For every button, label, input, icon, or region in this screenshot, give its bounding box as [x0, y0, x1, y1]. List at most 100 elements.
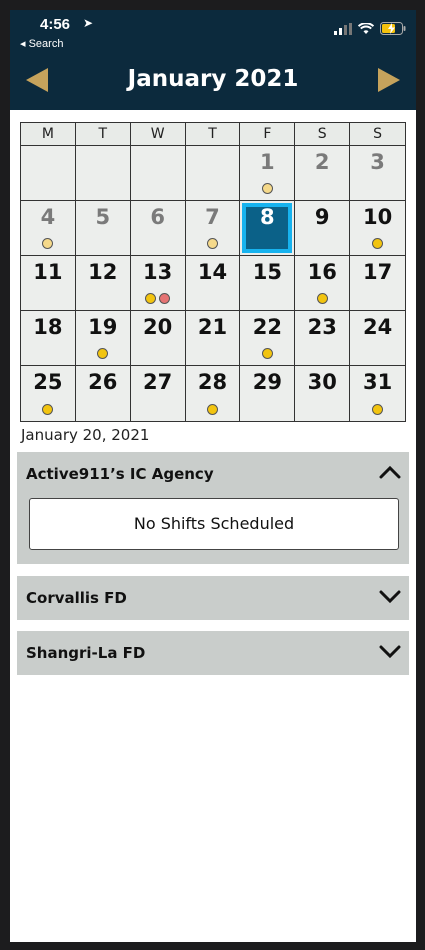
calendar-day[interactable]: 12	[75, 256, 131, 311]
calendar-day-today[interactable]: 8	[240, 201, 296, 256]
calendar-day[interactable]: 23	[295, 311, 351, 366]
agency-header[interactable]: Active911’s IC Agency	[17, 452, 409, 496]
app-screen: 4:56 ➤ ◂ Search January 2021 M T W T F S…	[10, 10, 416, 942]
calendar-day[interactable]: 21	[185, 311, 241, 366]
calendar-day[interactable]: 17	[350, 256, 405, 311]
agency-name: Active911’s IC Agency	[26, 465, 214, 483]
day-number: 2	[314, 150, 330, 174]
calendar-day[interactable]: 7	[185, 201, 241, 256]
calendar-day[interactable]: 5	[75, 201, 131, 256]
calendar-day[interactable]: 3	[350, 146, 405, 201]
calendar-day[interactable]: 2	[295, 146, 351, 201]
weekday-label: T	[185, 123, 241, 146]
calendar-day[interactable]: 9	[295, 201, 351, 256]
calendar-day[interactable]: 11	[21, 256, 76, 311]
status-time: 4:56	[40, 16, 71, 33]
month-header: January 2021	[10, 54, 416, 110]
day-number: 30	[307, 370, 337, 394]
shift-indicators	[21, 238, 75, 249]
day-number: 13	[143, 260, 173, 284]
day-number: 17	[362, 260, 393, 284]
signal-icon	[334, 22, 352, 35]
day-number: 24	[362, 315, 393, 339]
chevron-down-icon[interactable]	[379, 643, 401, 659]
calendar-day[interactable]: 4	[21, 201, 76, 256]
calendar-day[interactable]: 14	[185, 256, 241, 311]
day-number: 27	[143, 370, 173, 394]
shift-dot	[372, 238, 384, 249]
calendar-empty-cell	[185, 146, 241, 201]
day-number: 28	[197, 370, 228, 394]
chevron-down-icon[interactable]	[379, 588, 401, 604]
day-number: 10	[362, 205, 393, 229]
day-number: 6	[150, 205, 165, 229]
calendar-day[interactable]: 16	[295, 256, 351, 311]
day-number: 1	[260, 150, 275, 174]
shift-dot	[97, 348, 109, 359]
shift-dot	[159, 293, 171, 304]
calendar-empty-cell	[21, 146, 76, 201]
agency-header[interactable]: Corvallis FD	[17, 576, 409, 620]
calendar-day[interactable]: 18	[21, 311, 76, 366]
no-shifts-message: No Shifts Scheduled	[29, 498, 399, 550]
calendar-day[interactable]: 24	[350, 311, 405, 366]
calendar-day[interactable]: 15	[240, 256, 296, 311]
system-icons	[334, 22, 406, 35]
calendar-day[interactable]: 10	[350, 201, 405, 256]
calendar-day[interactable]: 27	[130, 366, 186, 421]
day-number	[21, 146, 75, 150]
weekday-label: S	[295, 123, 351, 146]
shift-dot	[261, 183, 273, 194]
day-number: 11	[33, 260, 63, 284]
calendar-day[interactable]: 25	[21, 366, 76, 421]
shift-dot	[145, 293, 157, 304]
status-bar: 4:56 ➤ ◂ Search	[10, 10, 416, 54]
calendar-day[interactable]: 19	[75, 311, 131, 366]
calendar-day[interactable]: 20	[130, 311, 186, 366]
shift-dot	[372, 404, 384, 415]
day-number	[76, 146, 130, 150]
agency-panel-active911: Active911’s IC Agency No Shifts Schedule…	[17, 452, 409, 564]
agency-panel-shangri-la[interactable]: Shangri-La FD	[17, 631, 409, 675]
calendar-day[interactable]: 6	[130, 201, 186, 256]
calendar-empty-cell	[130, 146, 186, 201]
shift-indicators	[21, 404, 75, 415]
selected-date-label: January 20, 2021	[21, 426, 150, 444]
day-number: 29	[252, 370, 282, 394]
calendar-day[interactable]: 31	[350, 366, 405, 421]
month-title: January 2021	[127, 66, 299, 92]
shift-indicators	[186, 404, 240, 415]
day-number: 31	[362, 370, 393, 394]
day-number: 21	[197, 315, 228, 339]
day-number: 14	[197, 260, 228, 284]
battery-charging-icon	[380, 22, 406, 35]
calendar-day[interactable]: 1	[240, 146, 296, 201]
day-number: 4	[40, 205, 56, 229]
calendar-day[interactable]: 22	[240, 311, 296, 366]
chevron-up-icon[interactable]	[379, 464, 401, 480]
weekday-label: W	[130, 123, 186, 146]
day-number	[186, 146, 240, 150]
day-number: 23	[307, 315, 337, 339]
agency-panel-corvallis[interactable]: Corvallis FD	[17, 576, 409, 620]
location-arrow-icon: ➤	[83, 16, 94, 30]
shift-indicators	[350, 238, 405, 249]
agency-header[interactable]: Shangri-La FD	[17, 631, 409, 675]
calendar-day[interactable]: 13	[130, 256, 186, 311]
day-number: 25	[33, 370, 63, 394]
calendar-day[interactable]: 30	[295, 366, 351, 421]
calendar-day[interactable]: 29	[240, 366, 296, 421]
day-number: 20	[143, 315, 173, 339]
calendar-day[interactable]: 26	[75, 366, 131, 421]
calendar-day[interactable]: 28	[185, 366, 241, 421]
shift-dot	[206, 238, 218, 249]
calendar-empty-cell	[75, 146, 131, 201]
weekday-header-row: M T W T F S S	[21, 123, 405, 146]
back-to-search-link[interactable]: ◂ Search	[20, 37, 63, 50]
next-month-arrow-icon[interactable]	[378, 68, 400, 92]
weekday-label: T	[75, 123, 131, 146]
weekday-label: F	[240, 123, 296, 146]
previous-month-arrow-icon[interactable]	[26, 68, 48, 92]
agency-name: Corvallis FD	[26, 589, 127, 607]
day-number: 22	[252, 315, 282, 339]
